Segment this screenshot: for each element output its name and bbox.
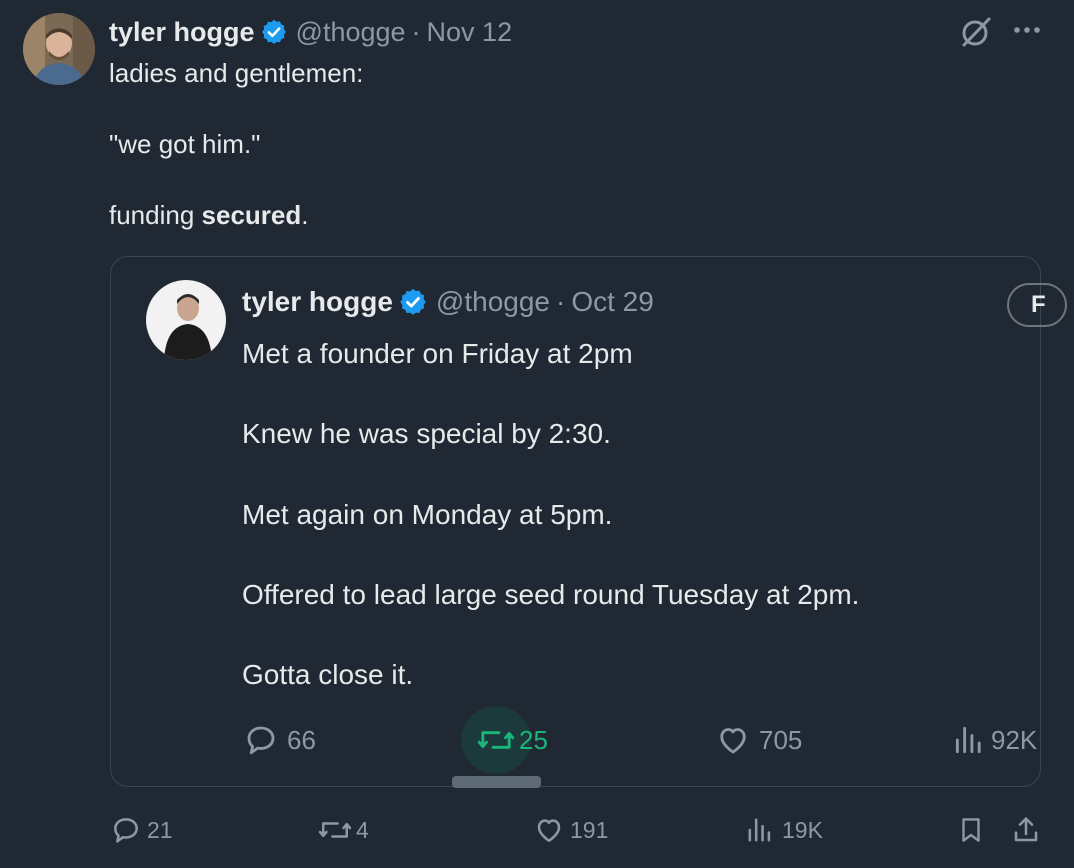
grok-icon[interactable] xyxy=(958,14,994,55)
repost-icon xyxy=(318,814,352,846)
like-count: 191 xyxy=(570,816,609,843)
author-name[interactable]: tyler hogge xyxy=(109,17,255,48)
post-date[interactable]: Nov 12 xyxy=(427,17,513,48)
bookmark-icon xyxy=(956,814,986,846)
separator-dot: · xyxy=(556,286,566,317)
post-text-bold: secured xyxy=(201,200,302,230)
repost-button[interactable]: 4 xyxy=(318,812,369,848)
quoted-author-avatar[interactable] xyxy=(146,280,226,360)
like-count: 705 xyxy=(759,724,803,755)
repost-count: 4 xyxy=(356,816,369,843)
post-text-line: ladies and gentlemen: xyxy=(109,58,364,88)
verified-badge-icon xyxy=(260,18,288,46)
quoted-post-date[interactable]: Oct 29 xyxy=(571,286,653,318)
follow-button-label: F xyxy=(1031,291,1046,318)
quoted-text-line: Met a founder on Friday at 2pm xyxy=(242,338,633,369)
author-handle[interactable]: @thogge xyxy=(296,17,406,48)
quoted-views-button[interactable]: 92K xyxy=(953,720,1037,760)
post-header: tyler hogge @thogge · Nov 12 xyxy=(109,12,512,52)
quoted-like-button[interactable]: 705 xyxy=(715,720,802,760)
repost-icon xyxy=(477,722,515,758)
views-button[interactable]: 19K xyxy=(746,812,823,848)
quoted-text-line: Gotta close it. xyxy=(242,659,414,690)
post-text-line: "we got him." xyxy=(109,129,261,159)
views-icon xyxy=(953,722,985,758)
quoted-reply-button[interactable]: 66 xyxy=(243,720,316,760)
quoted-text-line: Offered to lead large seed round Tuesday… xyxy=(242,579,860,610)
quoted-text-line: Knew he was special by 2:30. xyxy=(242,418,611,449)
more-icon[interactable] xyxy=(1011,18,1043,47)
quoted-post-header: tyler hogge @thogge · Oct 29 xyxy=(242,282,654,322)
like-button[interactable]: 191 xyxy=(533,812,608,848)
quoted-repost-button[interactable]: 25 xyxy=(477,720,548,760)
reply-count: 66 xyxy=(287,724,316,755)
share-button[interactable] xyxy=(1010,812,1042,848)
post-text-line: funding secured. xyxy=(109,198,309,232)
separator-dot: · xyxy=(411,16,421,47)
reply-count: 21 xyxy=(147,816,173,843)
bookmark-button[interactable] xyxy=(956,812,986,848)
tweet-page: tyler hogge @thogge · Nov 12 ladies and … xyxy=(0,0,1074,868)
views-count: 92K xyxy=(991,724,1038,755)
post-text-segment: funding xyxy=(109,200,202,230)
like-icon xyxy=(715,722,751,758)
reply-button[interactable]: 21 xyxy=(110,812,173,848)
reply-icon xyxy=(110,814,142,846)
views-count: 19K xyxy=(782,816,823,843)
quoted-text-line: Met again on Monday at 5pm. xyxy=(242,499,613,530)
like-icon xyxy=(533,814,565,846)
author-avatar[interactable] xyxy=(23,13,95,85)
share-icon xyxy=(1010,814,1042,846)
follow-button[interactable]: F xyxy=(1007,283,1067,327)
reply-icon xyxy=(243,722,279,758)
verified-badge-icon xyxy=(398,287,428,317)
horizontal-scrollbar-thumb[interactable] xyxy=(452,776,541,788)
post-text-segment: . xyxy=(301,200,309,230)
quoted-author-name[interactable]: tyler hogge xyxy=(242,286,393,318)
repost-count: 25 xyxy=(519,724,548,755)
quoted-author-handle[interactable]: @thogge xyxy=(436,286,550,318)
views-icon xyxy=(746,814,774,846)
